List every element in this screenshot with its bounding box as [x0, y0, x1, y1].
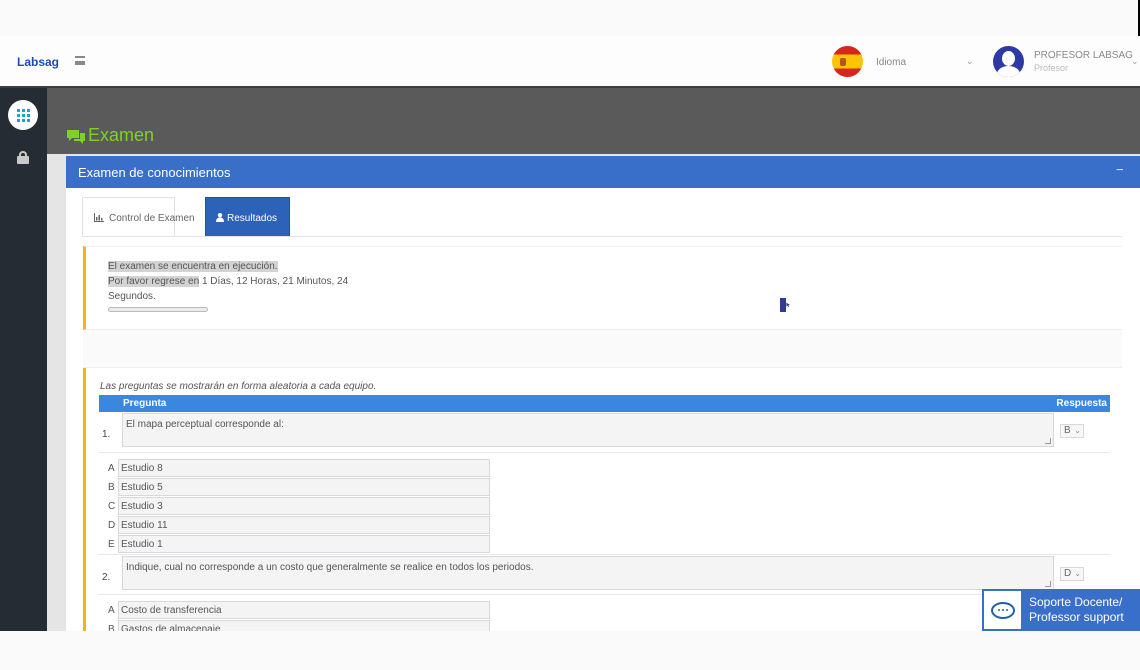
chat-bubble-icon	[991, 602, 1015, 619]
column-header-answer: Respuesta	[1056, 398, 1107, 409]
grid-dot	[17, 109, 20, 112]
option-letter: A	[108, 605, 115, 616]
user-name[interactable]: PROFESOR LABSAG	[1034, 50, 1133, 61]
option-letter: A	[108, 463, 115, 474]
option-row: A Costo de transferencia	[106, 601, 492, 619]
questions-section: Las preguntas se mostrarán en forma alea…	[83, 368, 1122, 631]
option-row: C Estudio 3	[106, 497, 492, 515]
support-icon-box	[984, 591, 1021, 629]
user-role: Profesor	[1034, 63, 1069, 73]
grid-dot	[22, 114, 25, 117]
support-widget[interactable]: Soporte Docente/ Professor support	[982, 589, 1140, 631]
user-icon	[216, 213, 224, 222]
progress-bar	[108, 307, 208, 312]
questions-table-header: Pregunta Respuesta	[99, 395, 1110, 412]
separator-block	[83, 330, 1122, 368]
exam-status-notice: El examen se encuentra en ejecución. Por…	[83, 246, 1122, 330]
tab-label: Resultados	[227, 213, 278, 224]
grid-dot	[22, 119, 25, 122]
option-field[interactable]: Gastos de almacenaje	[118, 620, 490, 631]
mouse-cursor-icon	[780, 298, 790, 312]
option-field[interactable]: Estudio 11	[118, 516, 490, 534]
lock-body	[17, 156, 29, 164]
question-row: 1. El mapa perceptual corresponde al: B …	[99, 412, 1110, 453]
option-field[interactable]: Estudio 3	[118, 497, 490, 515]
grid-dot	[27, 109, 30, 112]
option-field[interactable]: Estudio 8	[118, 459, 490, 477]
chevron-down-icon: ⌄	[1074, 426, 1081, 435]
grid-dot	[17, 119, 20, 122]
question-number: 1.	[102, 429, 111, 440]
panel-title: Examen de conocimientos	[78, 165, 231, 180]
answer-value: D	[1064, 568, 1072, 579]
apps-grid-icon[interactable]	[8, 100, 38, 130]
answer-select[interactable]: D ⌄	[1060, 567, 1084, 581]
option-letter: D	[108, 520, 116, 531]
top-bar: Labsag Idioma ⌄ PROFESOR LABSAG Profesor…	[0, 36, 1140, 88]
option-row: D Estudio 11	[106, 516, 492, 534]
option-row: E Estudio 1	[106, 535, 492, 553]
answer-value: B	[1064, 425, 1071, 436]
option-row: B Estudio 5	[106, 478, 492, 496]
question-text-area[interactable]: Indique, cual no corresponde a un costo …	[122, 556, 1054, 590]
spain-flag-icon[interactable]	[832, 46, 863, 77]
option-field[interactable]: Estudio 1	[118, 535, 490, 553]
collapse-button[interactable]: −	[1116, 162, 1124, 177]
grid-dot	[17, 114, 20, 117]
user-chevron-down-icon[interactable]: ⌄	[1131, 56, 1139, 67]
bar-chart-icon	[94, 213, 104, 222]
tab-label: Control de Examen	[109, 213, 195, 224]
tab-control-examen[interactable]: Control de Examen	[82, 197, 195, 237]
status-line: El examen se encuentra en ejecución.	[108, 261, 278, 272]
app-window: Labsag Idioma ⌄ PROFESOR LABSAG Profesor…	[0, 36, 1140, 631]
question-number: 2.	[102, 572, 111, 583]
countdown-prefix: Por favor regrese en	[108, 276, 200, 287]
question-text: El mapa perceptual corresponde al:	[126, 419, 284, 430]
support-label: Soporte Docente/ Professor support	[1029, 595, 1124, 625]
option-letter: B	[108, 624, 115, 631]
sidebar	[0, 88, 47, 631]
exam-panel: Examen de conocimientos − Control de Exa…	[66, 156, 1140, 631]
option-field[interactable]: Estudio 5	[118, 478, 490, 496]
chevron-down-icon: ⌄	[1074, 569, 1081, 578]
brand-logo[interactable]: Labsag	[17, 55, 59, 69]
page-title-text: Examen	[88, 125, 155, 145]
chat-dot	[998, 609, 1000, 611]
support-line-1: Soporte Docente/	[1029, 595, 1123, 609]
support-line-2: Professor support	[1029, 610, 1124, 624]
answer-select[interactable]: B ⌄	[1060, 424, 1084, 438]
option-row: B Gastos de almacenaje	[106, 620, 492, 631]
countdown-unit: Segundos.	[108, 291, 156, 302]
chat-dot	[1002, 609, 1004, 611]
question-row: 2. Indique, cual no corresponde a un cos…	[99, 554, 1110, 595]
viewport: Labsag Idioma ⌄ PROFESOR LABSAG Profesor…	[0, 0, 1140, 670]
option-row: A Estudio 8	[106, 459, 492, 477]
question-text: Indique, cual no corresponde a un costo …	[126, 562, 534, 573]
question-text-area[interactable]: El mapa perceptual corresponde al:	[122, 413, 1054, 447]
chat-icon	[67, 130, 85, 144]
grid-dot	[27, 119, 30, 122]
grid-dot	[22, 109, 25, 112]
questions-intro: Las preguntas se mostrarán en forma alea…	[100, 381, 377, 392]
option-letter: E	[108, 539, 115, 550]
option-letter: B	[108, 482, 115, 493]
language-label[interactable]: Idioma	[876, 57, 906, 68]
resize-grip-icon[interactable]	[1045, 581, 1051, 587]
lock-icon[interactable]	[17, 151, 29, 164]
chat-dot	[1006, 609, 1008, 611]
resize-grip-icon[interactable]	[1045, 438, 1051, 444]
panel-header: Examen de conocimientos −	[66, 156, 1140, 188]
tab-resultados[interactable]: Resultados	[205, 197, 290, 237]
hamburger-menu-icon[interactable]	[75, 56, 85, 65]
option-field[interactable]: Costo de transferencia	[118, 601, 490, 619]
countdown-value: 1 Días, 12 Horas, 21 Minutos, 24	[199, 276, 349, 287]
chevron-down-icon[interactable]: ⌄	[966, 56, 974, 67]
column-header-question: Pregunta	[123, 398, 167, 409]
user-avatar[interactable]	[993, 46, 1024, 77]
option-letter: C	[108, 501, 116, 512]
tabs-divider	[82, 236, 1122, 237]
countdown-line: Por favor regrese en 1 Días, 12 Horas, 2…	[108, 276, 348, 287]
grid-dot	[27, 114, 30, 117]
